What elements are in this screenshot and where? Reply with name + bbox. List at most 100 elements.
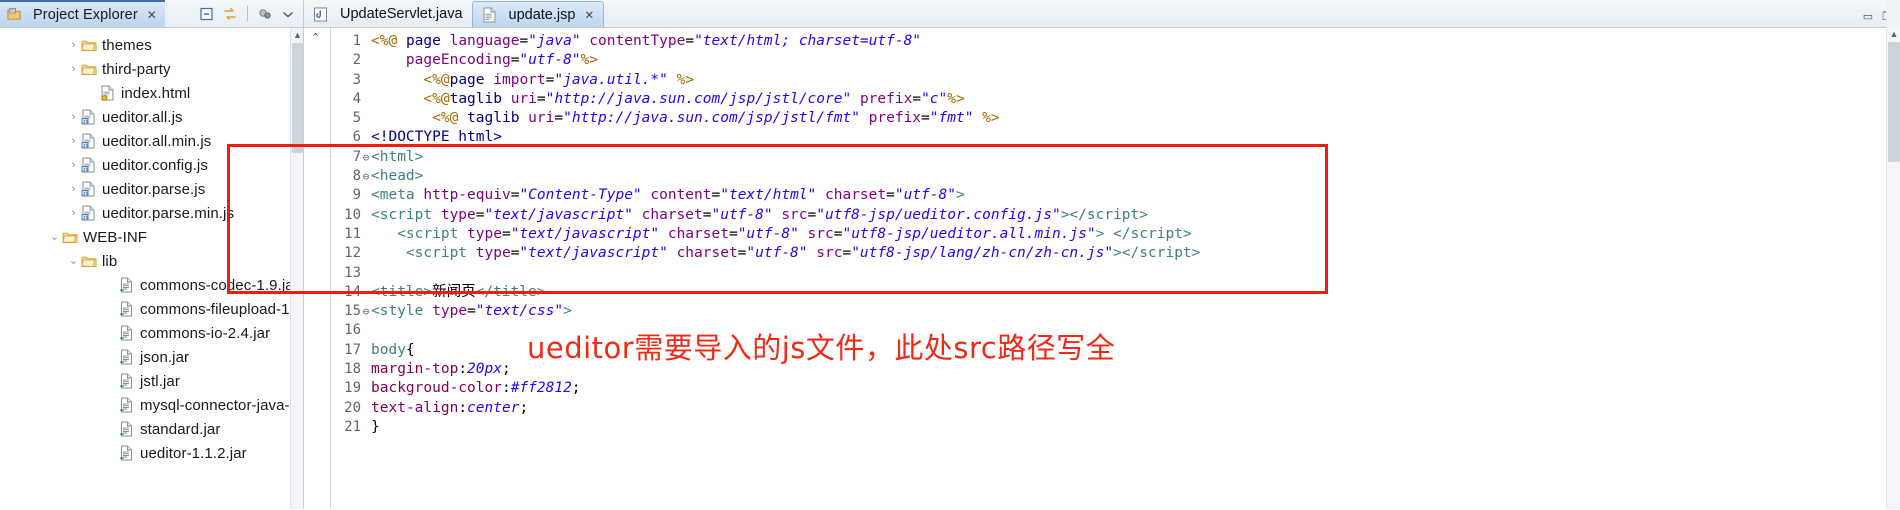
tree-item[interactable]: › JS ueditor.all.min.js (0, 129, 303, 153)
line-number: 10 (344, 206, 361, 223)
tree-item-label: ueditor.all.min.js (102, 132, 212, 150)
chevron-right-icon[interactable]: › (67, 207, 80, 219)
project-explorer-tabbar: Project Explorer ✕ (0, 0, 303, 28)
view-menu-icon[interactable] (280, 6, 296, 22)
scroll-up-indicator-icon: ⌃ (311, 32, 321, 44)
eclipse-ide-window: Project Explorer ✕ › themes › third-part… (0, 0, 1900, 509)
line-number: 21 (344, 418, 361, 435)
chevron-down-icon[interactable]: ⌄ (67, 255, 80, 267)
line-number: 7 (352, 148, 361, 165)
close-icon[interactable]: ✕ (584, 8, 594, 22)
line-number: 9 (352, 187, 361, 204)
line-number: 11 (344, 225, 361, 242)
editor-scroll-up-icon[interactable]: ▲ (1887, 27, 1900, 41)
chevron-right-icon[interactable]: › (67, 159, 80, 171)
tree-item[interactable]: ueditor-1.1.2.jar (0, 441, 303, 465)
line-number: 15 (344, 303, 361, 320)
tree-item[interactable]: › JS ueditor.parse.min.js (0, 201, 303, 225)
code-line: 9 <meta http-equiv="Content-Type" content… (331, 186, 1900, 205)
tree-item-label: ueditor.parse.min.js (102, 204, 235, 222)
tree-item[interactable]: ⌄ lib (0, 249, 303, 273)
code-line: 1 <%@ page language="java" contentType="t… (331, 32, 1900, 51)
jar-file-icon (118, 325, 135, 341)
editor-tab-update-jsp[interactable]: update.jsp ✕ (471, 1, 605, 27)
code-line: 11 <script type="text/javascript" charse… (331, 225, 1900, 244)
jar-file-icon (118, 445, 135, 461)
chevron-right-icon[interactable]: › (67, 135, 80, 147)
editor-scroll-thumb[interactable] (1888, 42, 1900, 162)
tree-item[interactable]: › themes (0, 33, 303, 57)
source-code[interactable]: 1 <%@ page language="java" contentType="t… (331, 28, 1900, 437)
tree-item-label: ueditor.config.js (102, 156, 208, 174)
js-file-icon: JS (80, 181, 97, 197)
jar-file-icon (118, 301, 135, 317)
jar-file-icon (118, 277, 135, 293)
tree-item[interactable]: commons-fileupload-1 (0, 297, 303, 321)
code-scroll-container[interactable]: 1 <%@ page language="java" contentType="t… (331, 28, 1900, 509)
tree-item-label: index.html (121, 84, 191, 102)
line-number: 8 (352, 168, 361, 185)
focus-on-active-task-icon[interactable] (257, 6, 273, 22)
tree-item-label: ueditor.all.js (102, 108, 183, 126)
tree-item[interactable]: › JS ueditor.parse.js (0, 177, 303, 201)
line-number: 18 (344, 361, 361, 378)
code-line: 6 <!DOCTYPE html> (331, 128, 1900, 147)
folder-icon (80, 254, 97, 269)
project-tree[interactable]: › themes › third-party index.html › JS ueditor.… (0, 28, 303, 510)
minimize-view-icon[interactable]: ▭ (1863, 10, 1873, 23)
chevron-right-icon[interactable]: › (67, 111, 80, 123)
svg-text:JS: JS (83, 167, 89, 173)
tree-item-label: ueditor.parse.js (102, 180, 206, 198)
code-line: 15 ⊖ <style type="text/css"> (331, 302, 1900, 321)
chevron-down-icon[interactable]: ⌄ (48, 231, 61, 243)
tab-project-explorer[interactable]: Project Explorer ✕ (0, 0, 165, 27)
close-icon[interactable]: ✕ (147, 9, 157, 21)
chevron-right-icon[interactable]: › (67, 63, 80, 75)
tree-item[interactable]: standard.jar (0, 417, 303, 441)
code-line: 20 text-align:center; (331, 399, 1900, 418)
code-editor[interactable]: ⌃ 1 <%@ page language="java" contentType=… (304, 28, 1900, 509)
line-number: 14 (344, 283, 361, 300)
tree-item-label: commons-io-2.4.jar (140, 324, 271, 342)
tree-item-label: jstl.jar (140, 372, 180, 390)
tree-item[interactable]: › JS ueditor.config.js (0, 153, 303, 177)
fold-marker-icon[interactable]: ⊖ (361, 148, 371, 167)
fold-marker-icon[interactable]: ⊖ (361, 167, 371, 186)
collapse-all-icon[interactable] (199, 6, 215, 22)
tree-item-label: commons-codec-1.9.ja (140, 276, 294, 294)
line-number: 6 (352, 129, 361, 146)
tree-item[interactable]: ⌄ WEB-INF (0, 225, 303, 249)
tree-item[interactable]: json.jar (0, 345, 303, 369)
chevron-right-icon[interactable]: › (67, 183, 80, 195)
svg-text:JS: JS (83, 215, 89, 221)
tree-item[interactable]: jstl.jar (0, 369, 303, 393)
code-line: 19 backgroud-color:#ff2812; (331, 379, 1900, 398)
project-explorer-icon (6, 7, 23, 22)
code-line: 8 ⊖ <head> (331, 167, 1900, 186)
tree-item[interactable]: index.html (0, 81, 303, 105)
editor-scrollbar[interactable]: ▲ (1886, 27, 1900, 509)
tree-item[interactable]: › JS ueditor.all.js (0, 105, 303, 129)
tree-item[interactable]: mysql-connector-java- (0, 393, 303, 417)
tree-item-label: standard.jar (140, 420, 221, 438)
tree-item-label: third-party (102, 60, 171, 78)
tree-item[interactable]: commons-io-2.4.jar (0, 321, 303, 345)
line-number: 3 (352, 71, 361, 88)
js-file-icon: JS (80, 205, 97, 221)
explorer-scroll-up-icon[interactable]: ▲ (291, 28, 304, 42)
jar-file-icon (118, 373, 135, 389)
link-with-editor-icon[interactable] (222, 6, 238, 22)
project-explorer-title: Project Explorer (33, 6, 138, 23)
tree-item[interactable]: › third-party (0, 57, 303, 81)
code-line: 4 <%@taglib uri="http://java.sun.com/jsp… (331, 90, 1900, 109)
chevron-right-icon[interactable]: › (67, 39, 80, 51)
line-number: 1 (352, 33, 361, 49)
java-file-icon (312, 7, 329, 22)
editor-tab-updateservlet-java[interactable]: UpdateServlet.java (304, 1, 472, 27)
js-file-icon: JS (80, 157, 97, 173)
folder-icon (80, 62, 97, 77)
explorer-scrollbar[interactable]: ▲ (290, 28, 303, 509)
fold-marker-icon[interactable]: ⊖ (361, 302, 371, 321)
tree-item[interactable]: commons-codec-1.9.ja (0, 273, 303, 297)
explorer-scroll-thumb[interactable] (292, 43, 303, 153)
